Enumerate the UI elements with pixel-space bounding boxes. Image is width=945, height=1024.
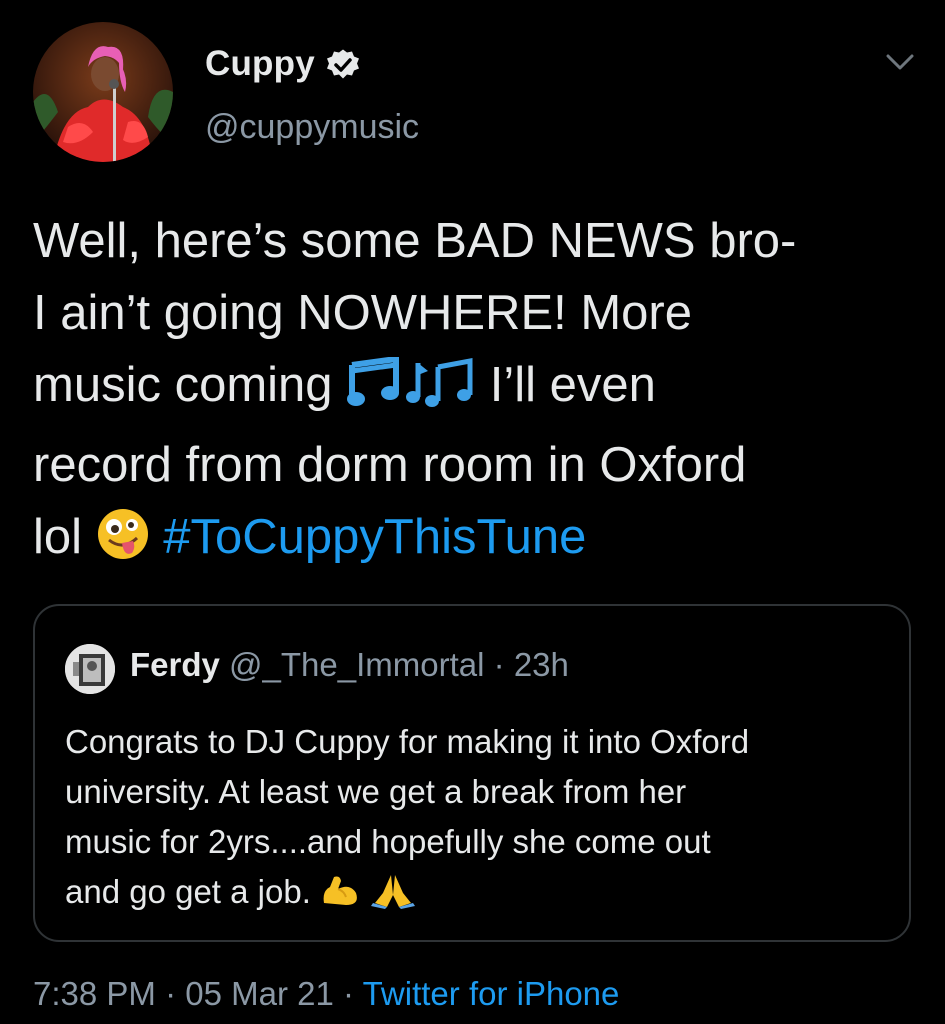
tweet-text: Well, here’s some BAD NEWS bro- I ain’t … (33, 205, 913, 581)
tweet-time[interactable]: 7:38 PM (33, 975, 156, 1012)
hashtag-link[interactable]: #ToCuppyThisTune (163, 510, 586, 564)
tweet-line-2: I ain’t going NOWHERE! More (33, 286, 692, 340)
quoted-line-3: music for 2yrs....and hopefully she come… (65, 823, 711, 860)
tweet-line-4: record from dorm room in Oxford (33, 438, 747, 492)
quoted-tweet-card[interactable]: Ferdy @_The_Immortal · 23h Congrats to D… (33, 604, 911, 942)
avatar-photo (33, 22, 173, 162)
author-display-name[interactable]: Cuppy (205, 44, 315, 84)
quoted-separator: · (493, 646, 505, 683)
quoted-author-handle: @_The_Immortal (229, 646, 485, 683)
quoted-timestamp: 23h (513, 646, 569, 683)
author-handle[interactable]: @cuppymusic (205, 108, 419, 147)
quoted-tweet-text: Congrats to DJ Cuppy for making it into … (65, 717, 895, 923)
flexed-biceps-icon (320, 873, 360, 923)
quoted-line-2: university. At least we get a break from… (65, 773, 687, 810)
quoted-line-4: and go get a job. (65, 867, 895, 923)
chevron-down-icon[interactable] (884, 52, 916, 74)
meta-separator-2: · (343, 975, 355, 1012)
quoted-author-avatar (65, 644, 115, 694)
quoted-line-1: Congrats to DJ Cuppy for making it into … (65, 723, 750, 760)
musical-notes-icon (346, 355, 476, 429)
tweet-line-1: Well, here’s some BAD NEWS bro- (33, 214, 797, 268)
tweet-line-3-start: music coming (33, 358, 333, 412)
tweet-line-3-end: I’ll even (489, 358, 656, 412)
folded-hands-icon (369, 873, 417, 923)
tweet-date[interactable]: 05 Mar 21 (185, 975, 334, 1012)
author-avatar[interactable] (33, 22, 173, 162)
tweet-line-5-start: lol (33, 510, 83, 564)
author-name-row: Cuppy (205, 44, 361, 84)
tweet-source-link[interactable]: Twitter for iPhone (363, 975, 620, 1012)
quoted-line-4-text: and go get a job. (65, 873, 311, 910)
quoted-author-name: Ferdy (130, 646, 220, 683)
tweet-line-3: music coming I’ll even (33, 349, 913, 429)
verified-badge-icon (325, 46, 361, 82)
quoted-tweet-header: Ferdy @_The_Immortal · 23h (130, 646, 569, 684)
tweet-line-5: lol #ToCuppyThisTune (33, 501, 913, 581)
meta-separator-1: · (165, 975, 177, 1012)
tweet-meta: 7:38 PM · 05 Mar 21 · Twitter for iPhone (33, 975, 619, 1013)
zany-face-icon (96, 507, 150, 581)
